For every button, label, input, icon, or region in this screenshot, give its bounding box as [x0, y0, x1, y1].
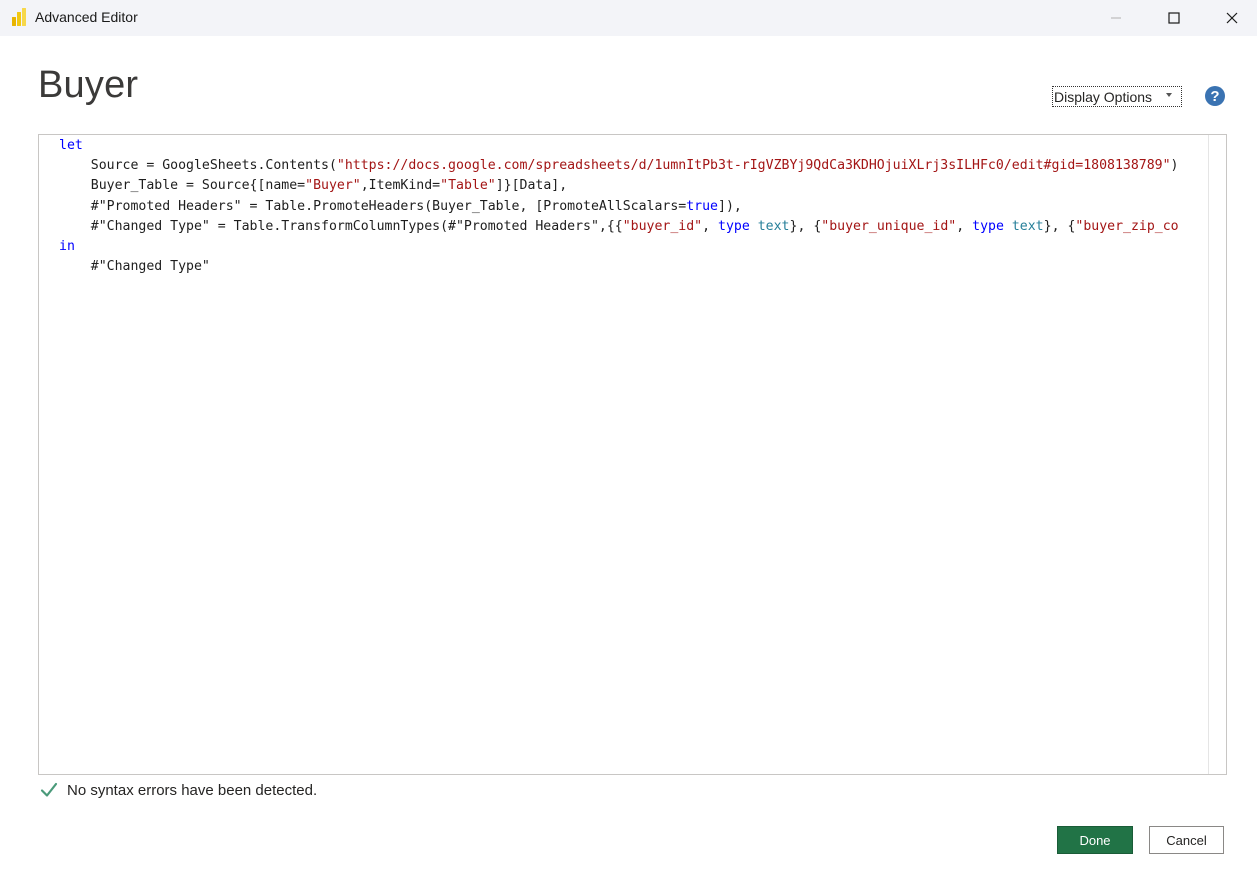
display-options-label: Display Options: [1054, 88, 1153, 105]
code-token: true: [686, 198, 718, 214]
minimize-icon: [1111, 17, 1121, 19]
code-token: ,ItemKind=: [360, 178, 441, 194]
code-token: "https://docs.google.com/spreadsheets/d/…: [336, 158, 1171, 174]
maximize-button[interactable]: [1145, 0, 1203, 36]
code-token: "buyer_zip_co: [1075, 218, 1179, 234]
code-token: "Buyer": [305, 178, 361, 194]
code-line[interactable]: #"Changed Type": [59, 257, 1179, 277]
minimize-button[interactable]: [1087, 0, 1145, 36]
syntax-status: No syntax errors have been detected.: [40, 779, 317, 801]
code-token: ]),: [718, 198, 742, 214]
powerbi-icon: [12, 8, 26, 26]
code-token: #"Changed Type" = Table.TransformColumnT…: [59, 218, 623, 234]
code-token: "Table": [440, 178, 496, 194]
code-token: #"Changed Type": [59, 259, 210, 275]
cancel-button[interactable]: Cancel: [1149, 826, 1224, 854]
code-token: Buyer_Table = Source{[name=: [59, 178, 306, 194]
code-token: #"Promoted Headers" = Table.PromoteHeade…: [59, 198, 687, 214]
close-button[interactable]: [1203, 0, 1257, 36]
code-token: ,: [956, 218, 973, 234]
code-token: text: [1011, 218, 1044, 234]
code-token: text: [757, 218, 790, 234]
code-content[interactable]: let Source = GoogleSheets.Contents("http…: [59, 136, 1179, 277]
code-token: }, {: [1043, 218, 1076, 234]
code-token: let: [59, 138, 83, 153]
caret-down-icon: [1166, 93, 1172, 97]
page-title: Buyer: [38, 64, 139, 106]
code-token: "buyer_unique_id": [821, 218, 957, 234]
status-text: No syntax errors have been detected.: [67, 781, 318, 799]
code-line[interactable]: #"Changed Type" = Table.TransformColumnT…: [59, 217, 1179, 237]
window-title: Advanced Editor: [35, 9, 138, 25]
code-line[interactable]: let: [59, 136, 1179, 156]
code-token: ): [1170, 158, 1179, 174]
title-bar: Advanced Editor: [0, 0, 1257, 36]
code-line[interactable]: Buyer_Table = Source{[name="Buyer",ItemK…: [59, 176, 1179, 196]
code-token: }, {: [789, 218, 822, 234]
display-options-dropdown[interactable]: Display Options: [1052, 86, 1182, 107]
code-token: in: [59, 238, 75, 254]
code-editor[interactable]: let Source = GoogleSheets.Contents("http…: [38, 134, 1227, 775]
code-token: ]}[Data],: [495, 178, 568, 194]
code-line[interactable]: #"Promoted Headers" = Table.PromoteHeade…: [59, 197, 1179, 217]
code-token: type: [718, 218, 750, 234]
maximize-icon: [1168, 12, 1180, 24]
help-icon[interactable]: ?: [1205, 86, 1225, 106]
close-icon: [1226, 12, 1238, 24]
code-line[interactable]: Source = GoogleSheets.Contents("https://…: [59, 156, 1179, 176]
code-token: type: [972, 218, 1004, 234]
done-button[interactable]: Done: [1057, 826, 1133, 854]
check-icon: [40, 782, 58, 797]
vertical-scrollbar[interactable]: [1208, 135, 1226, 774]
code-token: ,: [702, 218, 719, 234]
code-token: "buyer_id": [622, 218, 703, 234]
code-token: Source = GoogleSheets.Contents(: [59, 158, 337, 174]
code-line[interactable]: in: [59, 237, 1179, 257]
